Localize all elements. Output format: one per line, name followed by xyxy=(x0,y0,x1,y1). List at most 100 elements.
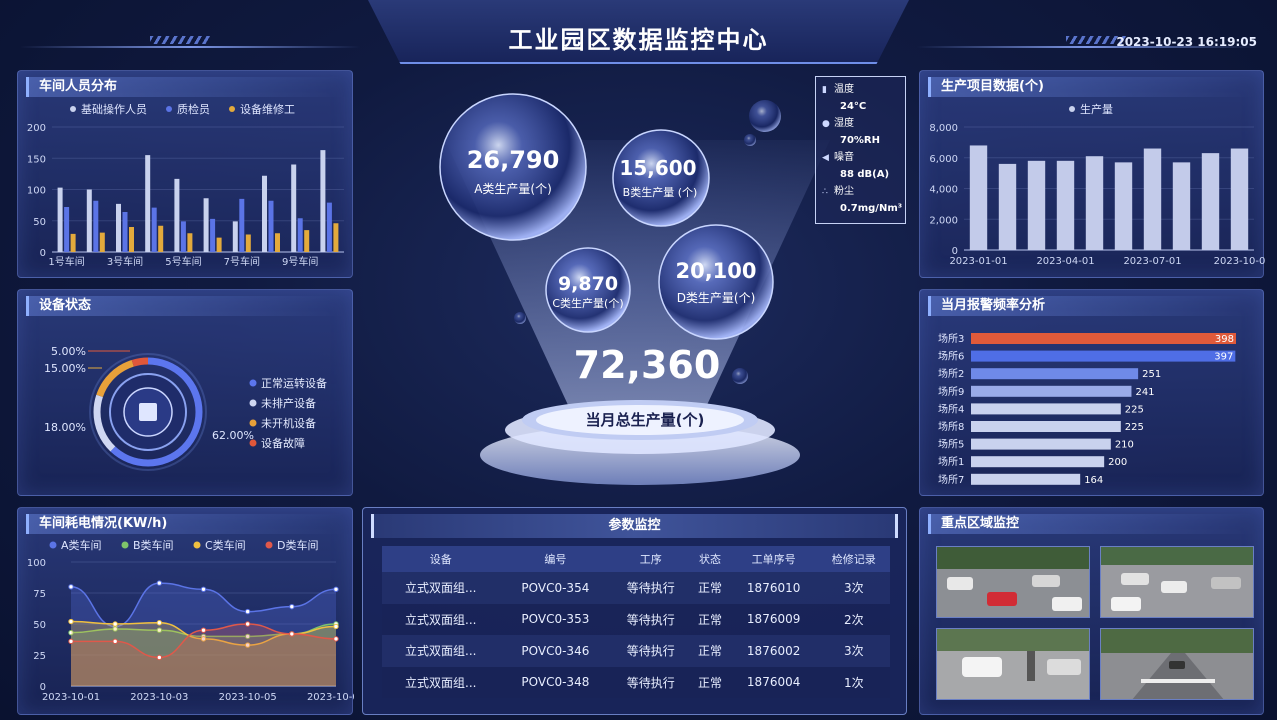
bar xyxy=(291,164,297,252)
legend-label: 设备故障 xyxy=(261,436,305,450)
bar xyxy=(1201,153,1220,250)
x-tick-label: 9号车间 xyxy=(282,255,318,268)
category-label: 场所6 xyxy=(938,350,964,363)
table-cell: POVC0-353 xyxy=(499,603,612,635)
bar xyxy=(971,350,1236,362)
table-cell: 立式双面组... xyxy=(382,603,500,635)
bar xyxy=(969,145,988,250)
camera-feed-2[interactable] xyxy=(1100,546,1254,618)
value-label: 210 xyxy=(1115,440,1134,451)
camera-feed-1[interactable] xyxy=(936,546,1090,618)
bar xyxy=(70,233,76,252)
data-point xyxy=(200,586,207,592)
small-bubble xyxy=(749,100,781,132)
legend-swatch xyxy=(249,399,257,407)
legend-label: 基础操作人员 xyxy=(81,102,147,116)
value-label: 225 xyxy=(1125,404,1144,415)
params-panel-title: 参数监控 xyxy=(371,514,898,538)
equipment-icon xyxy=(139,403,157,421)
data-point xyxy=(333,623,339,630)
table-cell: 正常 xyxy=(690,666,730,698)
tiny-bubble xyxy=(514,312,526,324)
data-point xyxy=(333,636,339,642)
y-tick-label: 25 xyxy=(33,651,46,662)
legend-swatch xyxy=(249,439,257,447)
bar xyxy=(116,203,121,252)
temp-label: 温度 xyxy=(834,84,854,95)
table-row[interactable]: 立式双面组... POVC0-353 等待执行 正常 1876009 2次 xyxy=(382,603,890,635)
y-tick-label: 100 xyxy=(27,186,46,197)
bubble-a: 26,790 A类生产量(个) xyxy=(439,93,587,241)
bar xyxy=(245,234,251,252)
legend-swatch xyxy=(70,106,76,112)
bar xyxy=(64,207,70,252)
humidity-icon: ● xyxy=(822,119,830,129)
x-tick-label: 2023-10-05 xyxy=(219,692,277,703)
x-tick-label: 2023-10-01 xyxy=(42,692,100,703)
bar xyxy=(971,473,1081,485)
category-label: 场所8 xyxy=(938,420,964,433)
camera-image xyxy=(1101,547,1253,617)
bubble-b-label: B类生产量 (个) xyxy=(623,185,698,199)
params-panel: 参数监控 设备 编号 工序 状态 工单序号 检修记录 立式双面组... POVC… xyxy=(362,507,907,715)
table-cell: 1876002 xyxy=(729,635,818,667)
equipment-chart: 62.00% 18.00% 15.00% 5.00% 正常运转设备未排产设备未开机设备设… xyxy=(44,345,327,471)
col-header: 工序 xyxy=(611,546,691,572)
table-cell: 立式双面组... xyxy=(382,666,500,698)
value-label: 251 xyxy=(1142,369,1161,380)
camera-feed-4[interactable] xyxy=(1100,628,1254,700)
data-point xyxy=(112,638,118,645)
power-chart: A类车间 B类车间 C类车间 D类车间02550751002023-10-01 2023… xyxy=(27,538,354,703)
data-point xyxy=(156,580,163,586)
table-cell: 3次 xyxy=(817,635,890,667)
legend-swatch xyxy=(229,106,235,112)
bubble-d-label: D类生产量(个) xyxy=(677,291,756,305)
legend-label: A类车间 xyxy=(61,538,102,552)
table-row[interactable]: 立式双面组... POVC0-346 等待执行 正常 1876002 3次 xyxy=(382,635,890,667)
data-point xyxy=(156,654,163,661)
bar xyxy=(174,178,180,252)
table-cell: 1876004 xyxy=(729,666,818,698)
y-tick-label: 75 xyxy=(33,589,46,600)
tiny-bubble xyxy=(744,134,756,146)
data-point xyxy=(333,586,339,592)
table-cell: 等待执行 xyxy=(611,635,691,667)
temp-value: 24°C xyxy=(840,101,867,112)
slice-label: 15.00% xyxy=(44,362,86,375)
area-panel-title: 重点区域监控 xyxy=(928,514,1255,534)
data-point xyxy=(200,627,207,633)
legend-swatch xyxy=(193,541,201,549)
bar xyxy=(232,221,238,252)
bar xyxy=(180,221,186,252)
y-tick-label: 150 xyxy=(27,154,46,165)
table-row[interactable]: 立式双面组... POVC0-354 等待执行 正常 1876010 3次 xyxy=(382,572,890,604)
bubble-d: 20,100 D类生产量(个) xyxy=(658,224,774,340)
camera-feed-3[interactable] xyxy=(936,628,1090,700)
bar xyxy=(187,233,193,252)
table-cell: 正常 xyxy=(690,603,730,635)
category-label: 场所7 xyxy=(938,473,964,486)
bar xyxy=(1056,160,1075,250)
y-tick-label: 100 xyxy=(27,558,46,569)
x-tick-label: 2023-10-03 xyxy=(130,692,188,703)
value-label: 200 xyxy=(1108,457,1127,468)
legend-label: 正常运转设备 xyxy=(261,376,327,390)
bar xyxy=(262,175,267,252)
legend-swatch xyxy=(249,419,257,427)
legend-label: 质检员 xyxy=(177,102,210,116)
x-tick-label: 5号车间 xyxy=(165,255,201,268)
table-row[interactable]: 立式双面组... POVC0-348 等待执行 正常 1876004 1次 xyxy=(382,666,890,698)
table-cell: POVC0-354 xyxy=(499,572,612,604)
bar xyxy=(971,333,1236,344)
data-point xyxy=(68,584,74,590)
value-label: 397 xyxy=(1214,352,1233,363)
y-tick-label: 4,000 xyxy=(929,185,958,196)
noise-value: 88 dB(A) xyxy=(840,169,890,180)
data-point xyxy=(68,638,74,645)
data-point xyxy=(289,603,295,610)
tiny-bubble xyxy=(732,368,748,384)
bar xyxy=(216,237,222,252)
table-cell: 1876009 xyxy=(729,603,818,635)
bar xyxy=(86,189,92,252)
camera-image xyxy=(937,629,1089,699)
